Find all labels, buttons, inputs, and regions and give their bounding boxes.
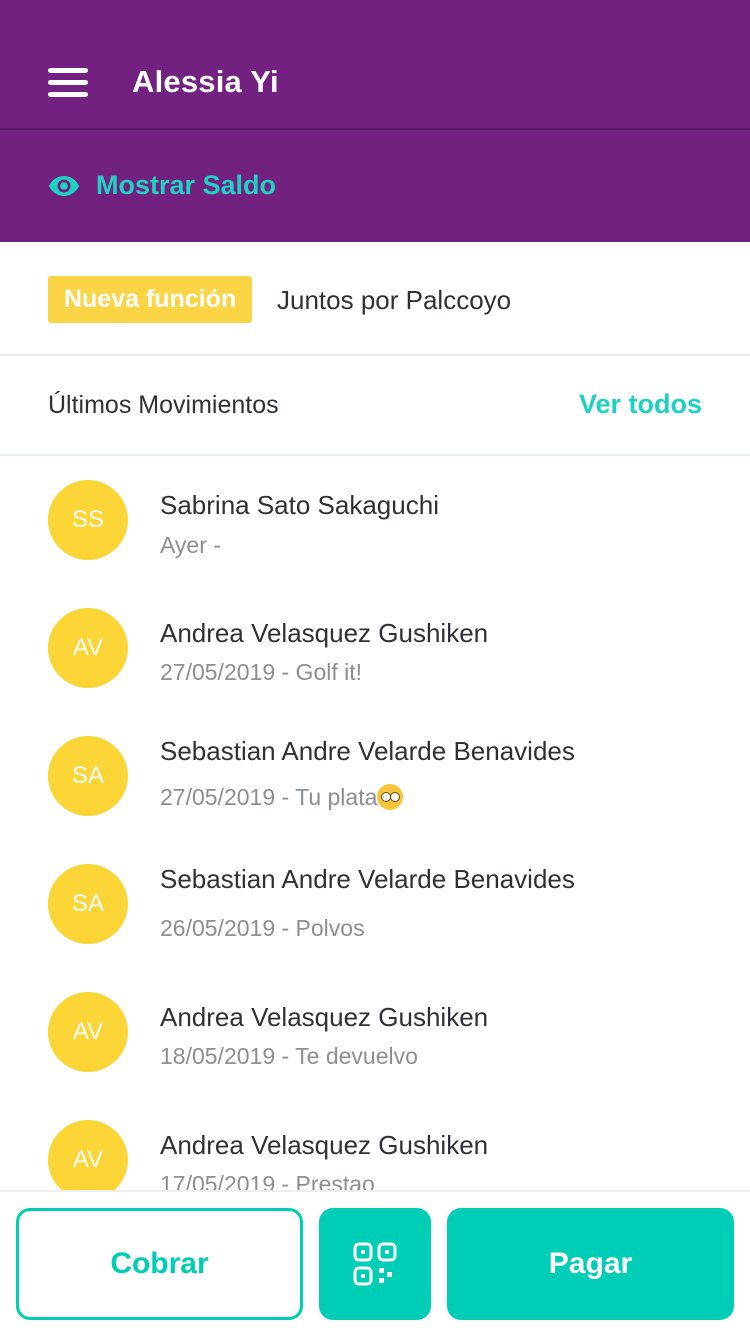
list-item[interactable]: SA Sebastian Andre Velarde Benavides 27/… (0, 712, 750, 840)
eye-icon[interactable] (48, 173, 80, 199)
movement-detail: 26/05/2019 - Polvos (160, 915, 365, 941)
movement-detail: 27/05/2019 - Golf it! (160, 659, 363, 685)
bottom-action-bar: Cobrar Pagar (0, 1190, 750, 1334)
movement-detail: Ayer - (160, 532, 221, 558)
contact-name: Andrea Velasquez Gushiken (160, 618, 489, 648)
avatar: SA (48, 736, 128, 816)
qr-button[interactable] (319, 1208, 431, 1320)
contact-name: Andrea Velasquez Gushiken (160, 1002, 489, 1032)
avatar: AV (48, 1120, 128, 1190)
avatar: SS (48, 480, 128, 560)
movement-detail: 27/05/2019 - Tu plata (160, 784, 404, 811)
new-feature-badge: Nueva función (48, 276, 253, 323)
contact-name: Sabrina Sato Sakaguchi (160, 490, 439, 520)
movements-title: Últimos Movimientos (48, 391, 279, 419)
contact-name: Sebastian Andre Velarde Benavides (160, 864, 575, 894)
movement-detail: 17/05/2019 - Prestao (160, 1171, 375, 1190)
avatar: AV (48, 992, 128, 1072)
collect-button[interactable]: Cobrar (16, 1208, 303, 1320)
list-item[interactable]: AV Andrea Velasquez Gushiken 18/05/2019 … (0, 968, 750, 1096)
avatar: SA (48, 864, 128, 944)
avatar: AV (48, 608, 128, 688)
promo-banner[interactable]: Nueva función Juntos por Palccoyo (0, 242, 750, 356)
contact-name: Andrea Velasquez Gushiken (160, 1130, 489, 1160)
movements-list[interactable]: SS Sabrina Sato Sakaguchi Ayer - AV Andr… (0, 456, 750, 1190)
hamburger-menu-icon[interactable] (48, 68, 88, 98)
list-item[interactable]: SA Sebastian Andre Velarde Benavides 26/… (0, 840, 750, 968)
see-all-link[interactable]: Ver todos (579, 389, 702, 420)
list-item[interactable]: SS Sabrina Sato Sakaguchi Ayer - (0, 456, 750, 584)
movement-detail: 18/05/2019 - Te devuelvo (160, 1043, 418, 1069)
movements-header: Últimos Movimientos Ver todos (0, 356, 750, 456)
promo-text[interactable]: Juntos por Palccoyo (277, 285, 511, 316)
show-balance-button[interactable]: Mostrar Saldo (96, 170, 276, 201)
movement-detail-text: 27/05/2019 - Tu plata (160, 784, 378, 810)
list-item[interactable]: AV Andrea Velasquez Gushiken 27/05/2019 … (0, 584, 750, 712)
rolling-eyes-emoji-icon (377, 784, 404, 810)
qr-code-icon (353, 1242, 397, 1286)
app-bar: Alessia Yi (0, 0, 750, 128)
contact-name: Sebastian Andre Velarde Benavides (160, 736, 575, 766)
pay-button[interactable]: Pagar (447, 1208, 734, 1320)
app-title: Alessia Yi (132, 64, 279, 99)
list-item[interactable]: AV Andrea Velasquez Gushiken 17/05/2019 … (0, 1096, 750, 1190)
